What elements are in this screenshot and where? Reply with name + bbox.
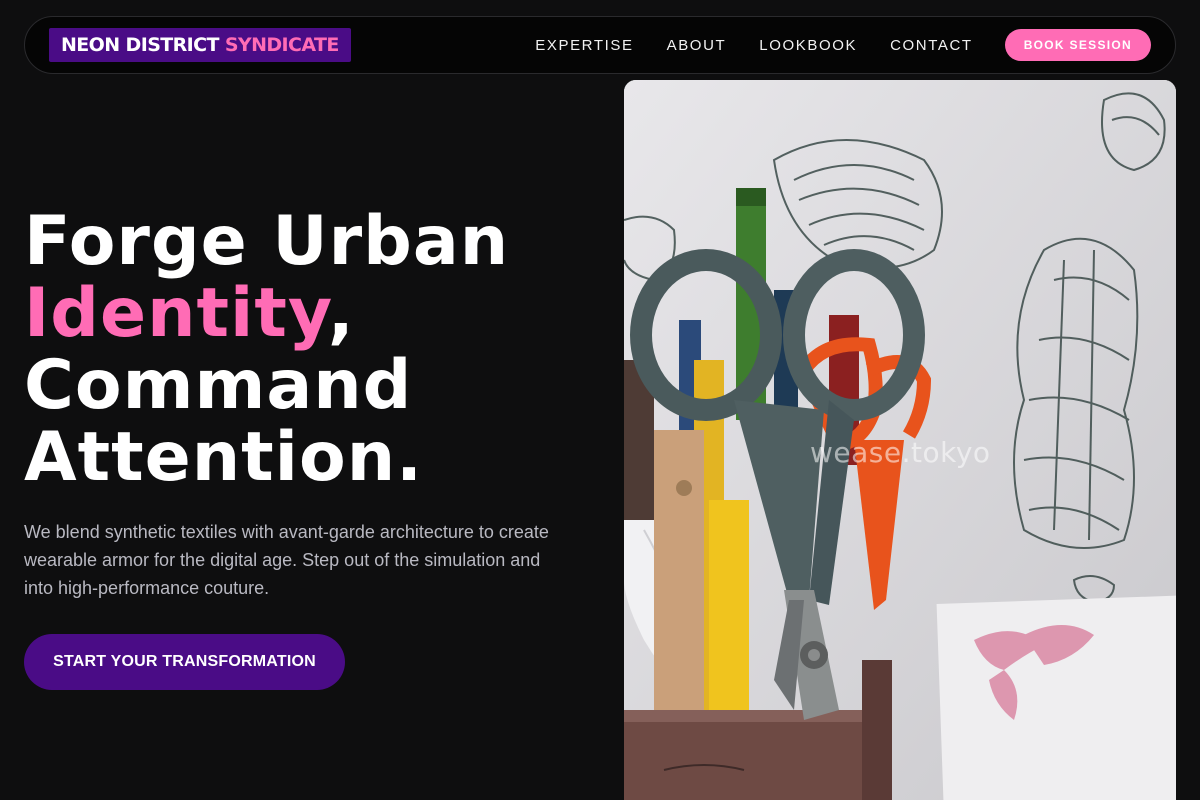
top-navbar: NEON DISTRICT SYNDICATE EXPERTISE ABOUT …	[24, 16, 1176, 74]
hero-title-accent: Identity	[24, 274, 328, 353]
hero-description: We blend synthetic textiles with avant-g…	[24, 522, 549, 598]
hero-photo: wease.tokyo	[624, 80, 1176, 800]
brand-logo[interactable]: NEON DISTRICT SYNDICATE	[49, 28, 351, 62]
nav-link-expertise[interactable]: EXPERTISE	[535, 37, 633, 54]
start-transformation-button[interactable]: START YOUR TRANSFORMATION	[24, 634, 345, 690]
nav-link-lookbook[interactable]: LOOKBOOK	[759, 37, 857, 54]
nav-links: EXPERTISE ABOUT LOOKBOOK CONTACT	[535, 37, 972, 54]
nav-link-about[interactable]: ABOUT	[667, 37, 727, 54]
book-session-button[interactable]: BOOK SESSION	[1004, 29, 1151, 61]
brand-name-part1: NEON DISTRICT	[61, 34, 219, 56]
hero-title-line4: Attention.	[24, 418, 423, 497]
hero-title-line3: Command	[24, 346, 413, 425]
hero-title-line1: Forge Urban	[24, 202, 510, 281]
hero-title: Forge Urban Identity, Command Attention.	[24, 206, 604, 494]
photo-watermark: wease.tokyo	[810, 436, 991, 469]
nav-link-contact[interactable]: CONTACT	[890, 37, 973, 54]
hero-title-line2: Identity,	[24, 278, 604, 350]
hero-title-comma: ,	[327, 274, 355, 353]
brand-name-part2: SYNDICATE	[224, 34, 340, 56]
